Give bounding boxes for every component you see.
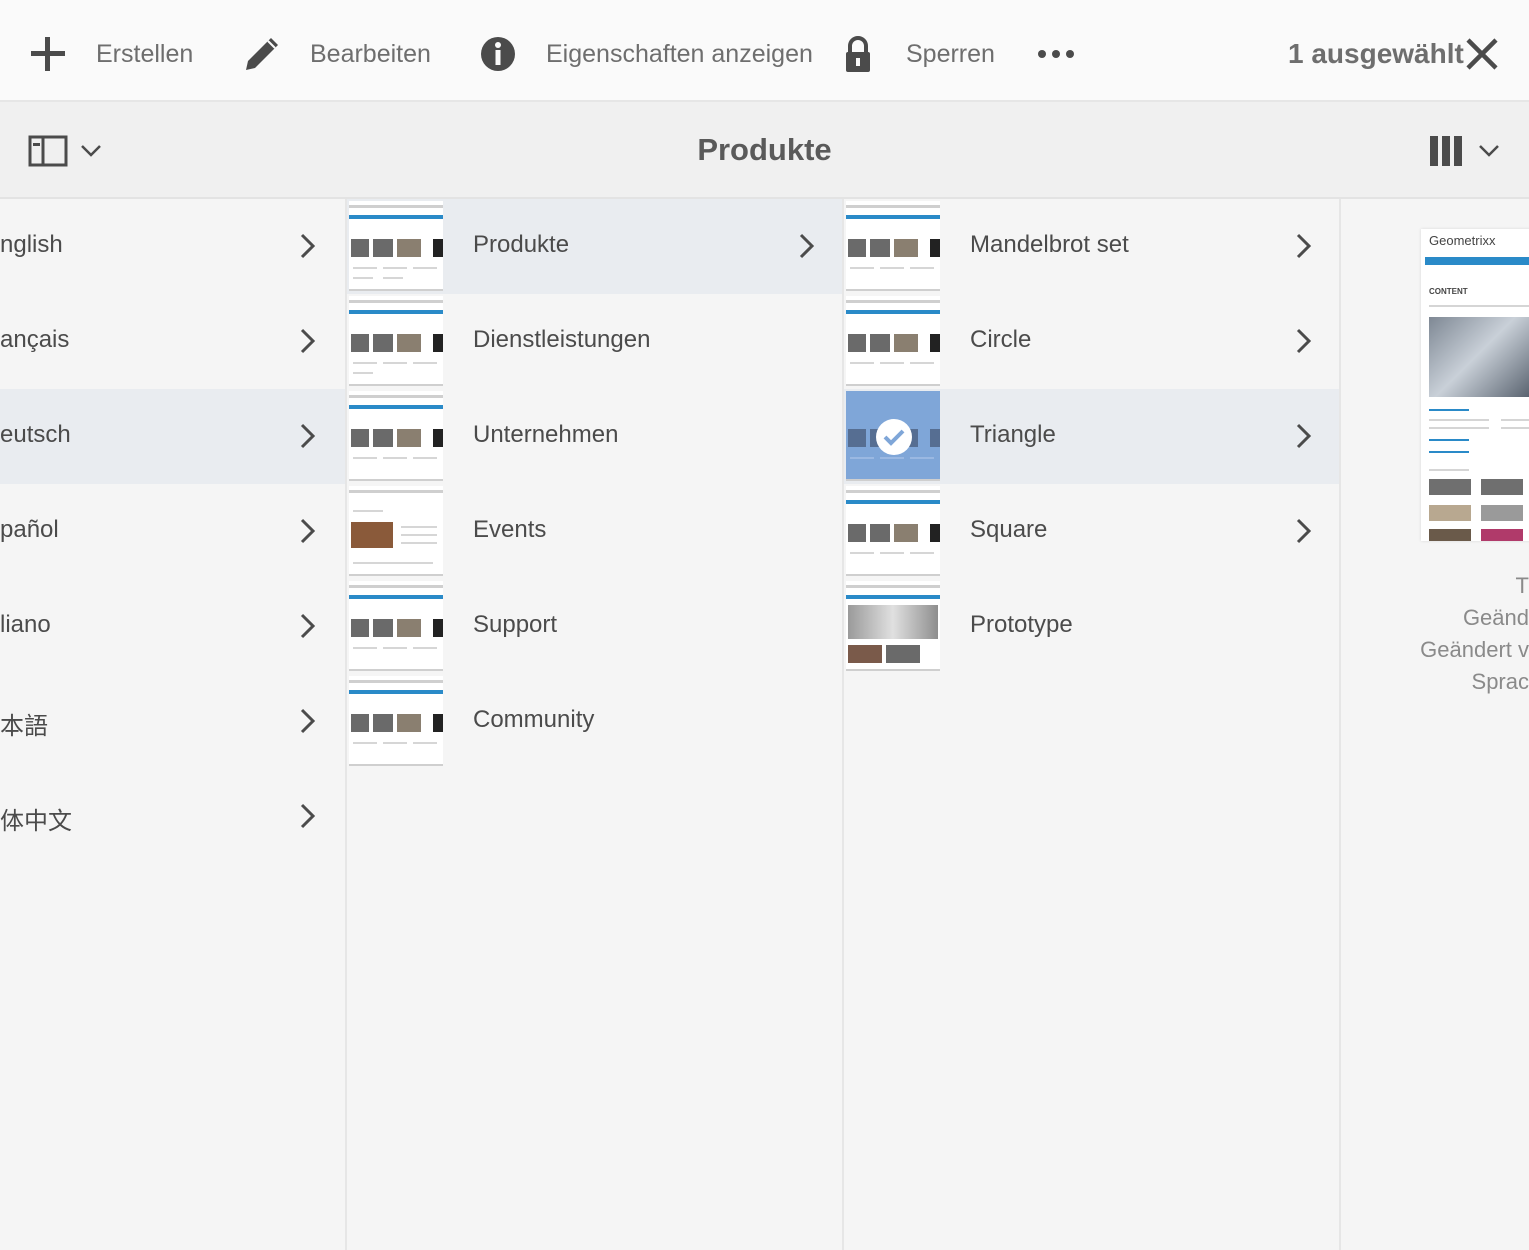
list-item[interactable]: Circle	[844, 294, 1339, 389]
chevron-right-icon	[300, 803, 316, 829]
edit-label: Bearbeiten	[310, 39, 431, 68]
page-thumbnail	[846, 296, 940, 386]
list-item[interactable]: Prototype	[844, 579, 1339, 674]
lock-label: Sperren	[906, 39, 995, 68]
selection-count: 1 ausgewählt	[1288, 38, 1464, 69]
list-item-selected[interactable]: Triangle	[844, 389, 1339, 484]
item-title: pañol	[0, 516, 59, 543]
list-item[interactable]: ançais	[0, 294, 345, 389]
item-title: Support	[473, 611, 558, 638]
chevron-down-icon	[1478, 144, 1500, 163]
page-thumbnail[interactable]	[846, 391, 940, 481]
list-item[interactable]: nglish	[0, 199, 345, 294]
item-title: 体中文	[0, 807, 72, 835]
list-item[interactable]: Square	[844, 484, 1339, 579]
preview-meta-modified-by: Geändert v	[1420, 637, 1529, 662]
chevron-right-icon	[300, 233, 316, 259]
chevron-right-icon	[1296, 423, 1312, 449]
chevron-right-icon	[1296, 518, 1312, 544]
preview-brand: Geometrixx	[1429, 233, 1496, 248]
chevron-right-icon	[300, 708, 316, 734]
preview-meta-language: Sprac	[1471, 669, 1529, 694]
list-item[interactable]: liano	[0, 579, 345, 674]
item-title: Mandelbrot set	[970, 231, 1129, 258]
lock-icon	[838, 34, 878, 74]
chevron-right-icon	[1296, 328, 1312, 354]
column-view-icon	[1428, 134, 1464, 173]
view-properties-label: Eigenschaften anzeigen	[546, 39, 813, 68]
chevron-right-icon	[799, 233, 815, 259]
chevron-right-icon	[300, 423, 316, 449]
item-title: Triangle	[970, 421, 1056, 448]
create-label: Erstellen	[96, 39, 194, 68]
page-title: Produkte	[697, 132, 832, 167]
list-item[interactable]: pañol	[0, 484, 345, 579]
more-icon	[1036, 34, 1076, 74]
list-item[interactable]: Unternehmen	[347, 389, 842, 484]
chevron-right-icon	[300, 613, 316, 639]
item-title: ançais	[0, 326, 70, 353]
list-item[interactable]: Support	[347, 579, 842, 674]
preview-panel: Geometrixx CONTENT T Geänd Geändert v Sp…	[1341, 199, 1529, 1250]
action-bar: Erstellen Bearbeiten Eigenschaften anzei…	[0, 0, 1529, 102]
page-thumbnail	[349, 201, 443, 291]
item-title: Prototype	[970, 611, 1073, 638]
item-title: Circle	[970, 326, 1032, 353]
page-thumbnail	[349, 581, 443, 671]
column-languages: nglish ançais eutsch pañol liano 本語 体中文	[0, 199, 347, 1250]
plus-icon	[28, 34, 68, 74]
edit-button[interactable]: Bearbeiten	[242, 28, 431, 80]
page-thumbnail	[349, 391, 443, 481]
column-products: Mandelbrot set Circle Triangle Square Pr…	[844, 199, 1341, 1250]
item-title: Events	[473, 516, 547, 543]
chevron-right-icon	[1296, 233, 1312, 259]
list-item[interactable]: eutsch	[0, 389, 345, 484]
item-title: nglish	[0, 231, 63, 258]
item-title: Dienstleistungen	[473, 326, 651, 353]
create-button[interactable]: Erstellen	[28, 28, 193, 80]
list-item[interactable]: Events	[347, 484, 842, 579]
chevron-right-icon	[300, 328, 316, 354]
preview-meta-modified: Geänd	[1462, 605, 1529, 630]
view-switcher-button[interactable]	[1428, 134, 1500, 173]
preview-heading: CONTENT	[1429, 287, 1468, 296]
page-thumbnail	[349, 676, 443, 766]
item-title: Community	[473, 706, 595, 733]
item-title: liano	[0, 611, 51, 638]
list-item[interactable]: Mandelbrot set	[844, 199, 1339, 294]
list-item[interactable]: 本語	[0, 674, 345, 769]
item-title: Unternehmen	[473, 421, 619, 448]
page-thumbnail	[349, 486, 443, 576]
list-item[interactable]: 体中文	[0, 769, 345, 864]
view-properties-button[interactable]: Eigenschaften anzeigen	[478, 28, 813, 80]
info-icon	[478, 34, 518, 74]
item-title: 本語	[0, 712, 48, 740]
item-title: Produkte	[473, 231, 570, 258]
checkmark-icon	[876, 419, 912, 455]
close-icon[interactable]	[1464, 36, 1500, 72]
list-item[interactable]: Community	[347, 674, 842, 769]
preview-meta-title: T	[1515, 573, 1529, 598]
item-title: Square	[970, 516, 1048, 543]
pencil-icon	[242, 34, 282, 74]
page-thumbnail	[349, 296, 443, 386]
lock-button[interactable]: Sperren	[838, 28, 995, 80]
page-thumbnail	[846, 201, 940, 291]
item-title: eutsch	[0, 421, 71, 448]
page-thumbnail	[846, 581, 940, 671]
more-actions-button[interactable]	[1036, 28, 1076, 80]
preview-thumbnail: Geometrixx CONTENT	[1421, 229, 1529, 541]
header-bar: Produkte	[0, 102, 1529, 199]
page-thumbnail	[846, 486, 940, 576]
list-item[interactable]: Produkte	[347, 199, 842, 294]
list-item[interactable]: Dienstleistungen	[347, 294, 842, 389]
chevron-right-icon	[300, 518, 316, 544]
column-sections: Produkte Dienstleistungen Unternehmen Ev…	[347, 199, 844, 1250]
